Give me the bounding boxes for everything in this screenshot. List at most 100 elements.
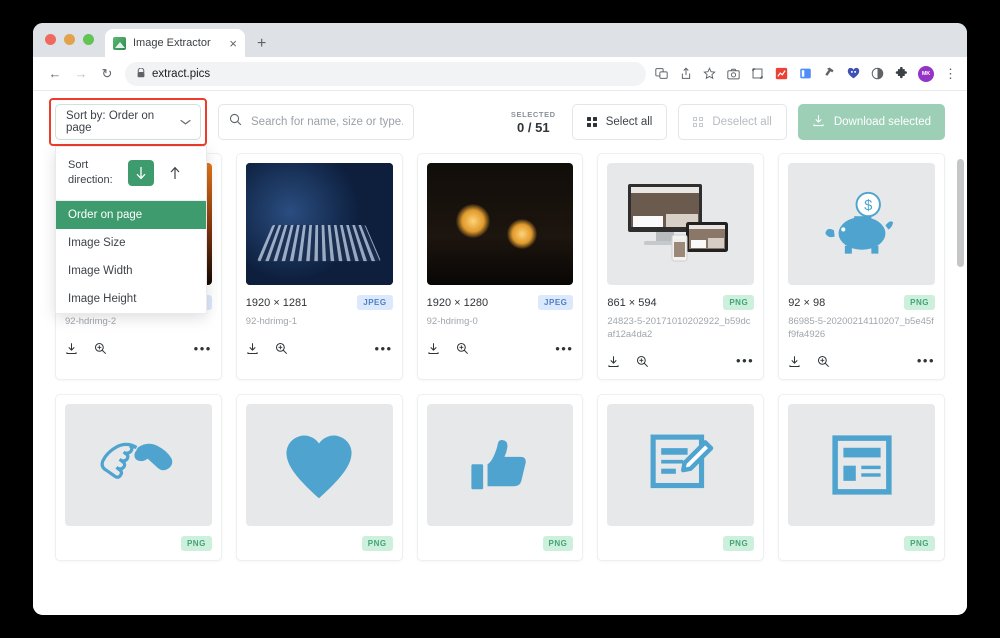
image-thumbnail[interactable] xyxy=(607,163,755,285)
zoom-in-icon[interactable] xyxy=(636,355,649,368)
image-dimensions: 861 × 594 xyxy=(607,296,657,309)
card-actions: ••• xyxy=(607,354,754,370)
image-card[interactable]: 861 × 594 PNG 24823-5-20171010202922_b59… xyxy=(597,153,765,380)
image-type-badge: PNG xyxy=(723,295,755,310)
image-card[interactable]: PNG xyxy=(55,393,222,561)
browser-tab[interactable]: Image Extractor × xyxy=(105,29,245,57)
download-icon[interactable] xyxy=(65,342,78,355)
zoom-in-icon[interactable] xyxy=(94,342,107,355)
search-field[interactable] xyxy=(218,104,414,140)
bookmark-star-icon[interactable] xyxy=(702,66,717,81)
image-filename: 86985-5-20200214110207_b5e45ff9fa4926 xyxy=(788,316,934,340)
card-actions: ••• xyxy=(246,342,393,357)
download-icon[interactable] xyxy=(246,342,259,355)
minimize-window-button[interactable] xyxy=(64,34,75,45)
profile-avatar[interactable]: MK xyxy=(918,65,934,82)
image-thumbnail[interactable] xyxy=(788,403,935,526)
sort-option-image-width[interactable]: Image Width xyxy=(56,257,206,285)
forward-icon[interactable]: → xyxy=(69,62,93,86)
crop-icon[interactable] xyxy=(750,66,765,81)
image-thumbnail[interactable] xyxy=(426,163,574,285)
search-input[interactable] xyxy=(251,116,403,128)
url-text: extract.pics xyxy=(152,67,211,80)
download-selected-button[interactable]: Download selected xyxy=(797,104,945,140)
translate-icon[interactable] xyxy=(654,66,669,81)
image-card[interactable]: PNG xyxy=(235,393,403,561)
more-options-icon[interactable]: ••• xyxy=(194,342,212,355)
back-icon[interactable]: ← xyxy=(43,62,67,86)
image-thumbnail[interactable] xyxy=(607,403,755,526)
grid-hollow-icon xyxy=(693,117,704,127)
browser-menu-icon[interactable]: ⋮ xyxy=(944,67,957,80)
image-card[interactable]: $ 92 × 98 PNG 86985-5-20200214110207_b5e… xyxy=(778,153,945,380)
image-card[interactable]: PNG xyxy=(416,393,584,561)
reader-extension-icon[interactable] xyxy=(798,66,813,81)
more-options-icon[interactable]: ••• xyxy=(736,354,754,367)
puzzle-extensions-icon[interactable] xyxy=(894,66,909,81)
zoom-in-icon[interactable] xyxy=(275,342,288,355)
image-type-badge: PNG xyxy=(723,535,755,551)
pointer-extension-icon[interactable] xyxy=(822,66,837,81)
page-scrollbar[interactable] xyxy=(957,159,964,267)
sort-direction-label: Sort direction: xyxy=(68,159,113,186)
maximize-window-button[interactable] xyxy=(83,34,94,45)
close-tab-button[interactable]: × xyxy=(229,37,237,50)
image-thumbnail[interactable]: $ xyxy=(788,163,935,285)
image-card[interactable]: 1920 × 1281 JPEG 92-hdrimg-1 ••• xyxy=(235,153,403,380)
image-type-badge: PNG xyxy=(361,535,393,551)
sort-option-order-on-page[interactable]: Order on page xyxy=(56,200,206,229)
new-tab-button[interactable]: + xyxy=(257,36,266,52)
image-meta: PNG xyxy=(607,535,755,551)
image-card[interactable]: 1920 × 1280 JPEG 92-hdrimg-0 ••• xyxy=(416,153,584,380)
keyboard-photo xyxy=(245,163,393,285)
zoom-in-icon[interactable] xyxy=(456,342,469,355)
sort-option-image-size[interactable]: Image Size xyxy=(56,229,206,257)
image-card[interactable]: PNG xyxy=(778,393,945,561)
select-all-button[interactable]: Select all xyxy=(571,104,668,140)
download-icon[interactable] xyxy=(607,355,620,368)
image-meta: PNG xyxy=(788,535,935,551)
download-icon[interactable] xyxy=(788,355,801,368)
image-dimensions: 1920 × 1280 xyxy=(426,296,489,309)
chevron-down-icon xyxy=(179,117,191,127)
select-all-label: Select all xyxy=(605,116,653,128)
image-meta: 92 × 98 PNG xyxy=(788,295,935,310)
selected-counter: SELECTED 0 / 51 xyxy=(511,109,572,135)
grid-filled-icon xyxy=(586,117,597,127)
search-icon xyxy=(229,113,242,131)
download-icon[interactable] xyxy=(427,342,440,355)
image-card[interactable]: PNG xyxy=(597,393,765,561)
sort-ascending-button[interactable] xyxy=(162,160,188,186)
sort-descending-button[interactable] xyxy=(128,159,154,186)
image-thumbnail[interactable] xyxy=(245,163,393,285)
more-options-icon[interactable]: ••• xyxy=(917,354,935,367)
chart-extension-icon[interactable] xyxy=(774,66,789,81)
close-window-button[interactable] xyxy=(45,34,56,45)
deselect-all-label: Deselect all xyxy=(712,116,772,128)
zoom-in-icon[interactable] xyxy=(817,355,830,368)
image-type-badge: JPEG xyxy=(538,295,574,310)
contrast-extension-icon[interactable] xyxy=(870,66,885,81)
url-input[interactable]: extract.pics xyxy=(125,61,646,86)
extensions-tray: MK ⋮ xyxy=(654,65,959,82)
image-meta: 1920 × 1280 JPEG xyxy=(427,295,574,310)
thumbs-up-icon xyxy=(471,439,526,489)
image-favicon xyxy=(113,36,126,50)
camera-icon[interactable] xyxy=(726,66,741,81)
sort-option-image-height[interactable]: Image Height xyxy=(56,285,206,313)
image-filename: 92-hdrimg-1 xyxy=(245,316,298,327)
reload-icon[interactable]: ↻ xyxy=(95,62,119,86)
image-meta: PNG xyxy=(427,535,574,551)
more-options-icon[interactable]: ••• xyxy=(555,342,573,355)
image-meta: PNG xyxy=(246,535,393,551)
sort-by-button[interactable]: Sort by: Order on page xyxy=(55,104,201,140)
image-thumbnail[interactable] xyxy=(426,403,574,526)
devices-mockup xyxy=(607,163,754,285)
sort-direction-row: Sort direction: xyxy=(56,147,206,201)
deselect-all-button[interactable]: Deselect all xyxy=(678,104,787,140)
share-icon[interactable] xyxy=(678,66,693,81)
heart-extension-icon[interactable] xyxy=(846,66,861,81)
image-thumbnail[interactable] xyxy=(245,403,393,526)
image-thumbnail[interactable] xyxy=(65,403,212,526)
more-options-icon[interactable]: ••• xyxy=(374,342,392,355)
